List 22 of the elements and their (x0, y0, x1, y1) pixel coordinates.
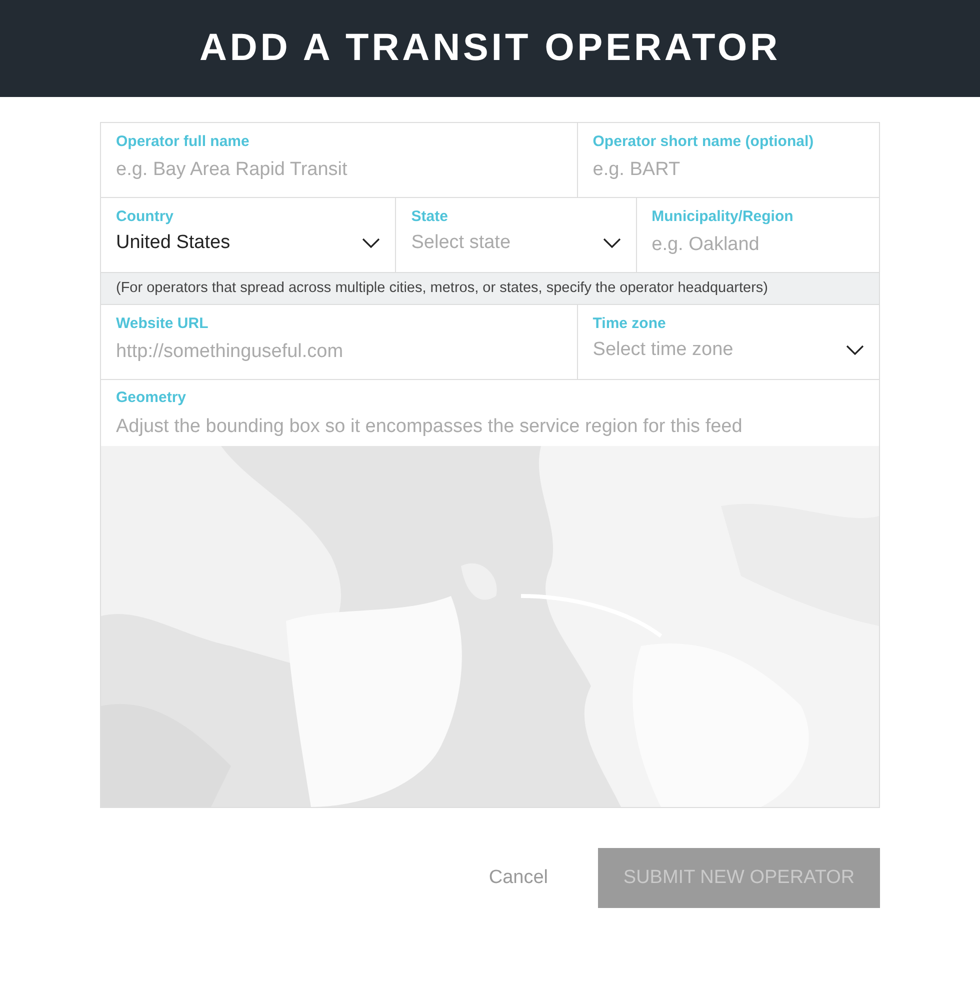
input-field[interactable]: http://somethinguseful.com (116, 341, 562, 363)
cancel-link[interactable]: Cancel (488, 867, 548, 889)
field-label: State (411, 208, 449, 225)
dropdown[interactable]: Select time zone (592, 339, 864, 361)
chevron-icon (362, 238, 380, 248)
field-label: Time zone (592, 315, 667, 332)
help-note: (For operators that spread across multiple cities, metros, or states, specify the operator headquarters) (101, 273, 879, 305)
field-label: Geometry (116, 389, 188, 406)
field-label: Municipality/Region (652, 208, 794, 225)
hint-text: Adjust the bounding box so it encompasses the service region for this feed (116, 416, 744, 438)
page-title: ADD A TRANSIT OPERATOR (199, 27, 781, 70)
chevron-icon (846, 345, 864, 355)
field-label: Operator short name (optional) (592, 133, 815, 150)
input-field[interactable]: e.g. BART (592, 159, 864, 181)
chevron-icon (602, 238, 621, 248)
field-label: Website URL (116, 315, 210, 332)
field-label: Operator full name (116, 133, 250, 150)
input-field[interactable]: e.g. Oakland (652, 234, 864, 256)
dropdown[interactable]: United States (116, 232, 380, 254)
field-label: Country (116, 208, 174, 225)
dropdown[interactable]: Select state (411, 232, 621, 254)
input-field[interactable]: e.g. Bay Area Rapid Transit (116, 159, 562, 181)
